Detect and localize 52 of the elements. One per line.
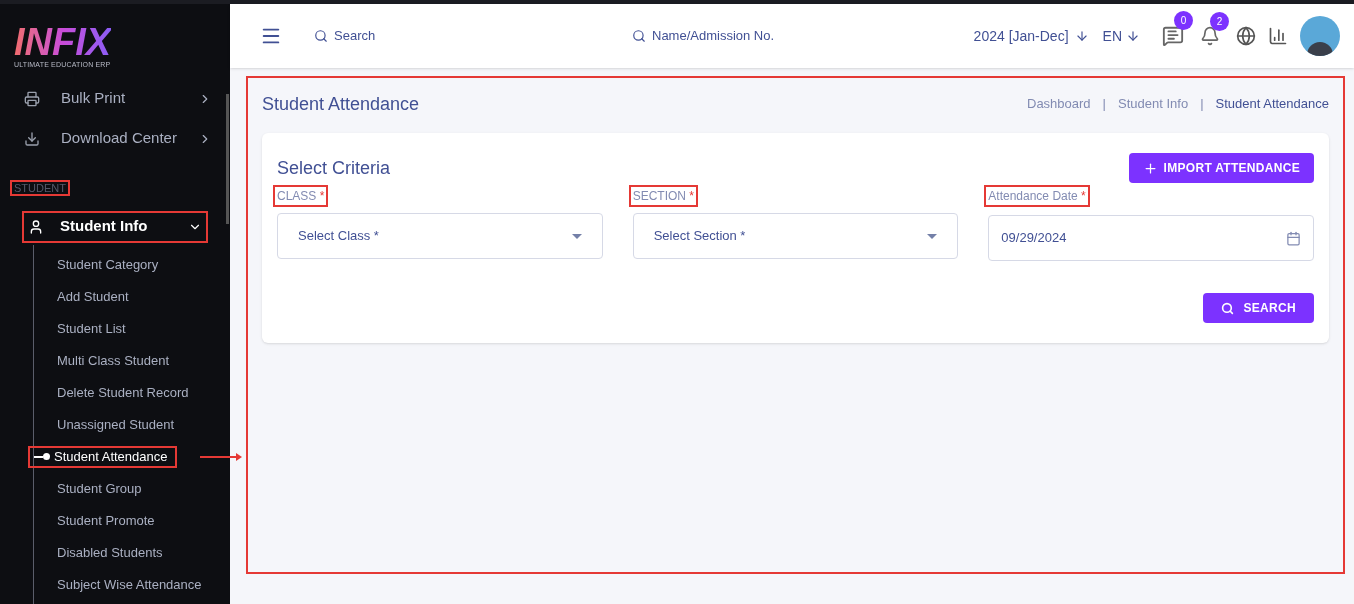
sidebar-sub-item[interactable]: Student List	[57, 318, 126, 339]
sidebar-sub-item[interactable]: Subject Wise Attendance	[57, 574, 202, 595]
printer-icon	[24, 90, 40, 107]
sidebar-menu-item[interactable]: Download Center	[24, 118, 212, 159]
avatar[interactable]	[1300, 16, 1340, 56]
sidebar-sub-item[interactable]: Student Group	[57, 478, 142, 499]
date-field[interactable]: 09/29/2024	[988, 215, 1314, 261]
user-icon	[28, 218, 44, 235]
globe-icon[interactable]	[1236, 26, 1256, 46]
field-label: CLASS *	[275, 187, 327, 205]
sidebar-group-item[interactable]: Student Info	[24, 212, 206, 241]
search-icon	[314, 29, 328, 43]
sidebar-sub-item[interactable]: Disabled Students	[57, 542, 163, 563]
sidebar-sub-item[interactable]: Delete Student Record	[57, 382, 189, 403]
breadcrumb-separator: |	[1200, 95, 1204, 114]
section-label: STUDENT	[12, 181, 68, 194]
page-title: Student Attendance	[262, 92, 420, 116]
arrow-down-icon	[1126, 29, 1140, 43]
pointer-arrow	[200, 453, 242, 461]
notification-count-badge: 2	[1210, 12, 1229, 31]
session-dropdown[interactable]: 2024 [Jan-Dec]	[973, 25, 1089, 47]
active-marker-icon	[34, 453, 50, 460]
card-title: Select Criteria	[277, 156, 391, 180]
sidebar-menu-item[interactable]: Bulk Print	[24, 78, 212, 119]
field-label: SECTION *	[630, 187, 696, 205]
language-dropdown[interactable]: EN	[1102, 25, 1140, 47]
download-icon	[24, 130, 40, 147]
sidebar-sub-item[interactable]: Student Category	[57, 254, 159, 275]
sidebar-sub-item[interactable]: Multi Class Student	[57, 350, 169, 371]
caret-icon	[927, 233, 938, 239]
select-dropdown[interactable]: Select Class *	[277, 213, 603, 259]
calendar-icon	[1286, 230, 1301, 246]
search-icon	[1220, 301, 1234, 315]
caret-icon	[571, 233, 582, 239]
search-button[interactable]: SEARCH	[1202, 293, 1314, 323]
chart-icon[interactable]	[1268, 26, 1288, 46]
sidebar-sub-item[interactable]: Add Student	[57, 286, 129, 307]
student-search-field[interactable]: Name/Admission No.	[652, 26, 802, 46]
import-attendance-button[interactable]: IMPORT ATTENDANCE	[1128, 153, 1314, 183]
breadcrumb-link[interactable]: Student Attendance	[1215, 94, 1329, 114]
bell-icon[interactable]	[1200, 26, 1220, 46]
search-field[interactable]: Search	[334, 26, 454, 46]
select-dropdown[interactable]: Select Section *	[632, 213, 959, 259]
field-label: Attendance Date *	[986, 187, 1088, 205]
sidebar-sub-item[interactable]: Unassigned Student	[57, 414, 175, 435]
chat-icon[interactable]	[1162, 25, 1184, 47]
plus-icon	[1142, 160, 1158, 176]
search-icon	[632, 29, 646, 43]
sidebar-sub-item[interactable]: Student Promote	[57, 510, 155, 531]
message-count-badge: 0	[1174, 11, 1193, 30]
breadcrumb-separator: |	[1102, 95, 1106, 114]
sidebar-sub-item[interactable]: Student Attendance	[30, 447, 176, 466]
